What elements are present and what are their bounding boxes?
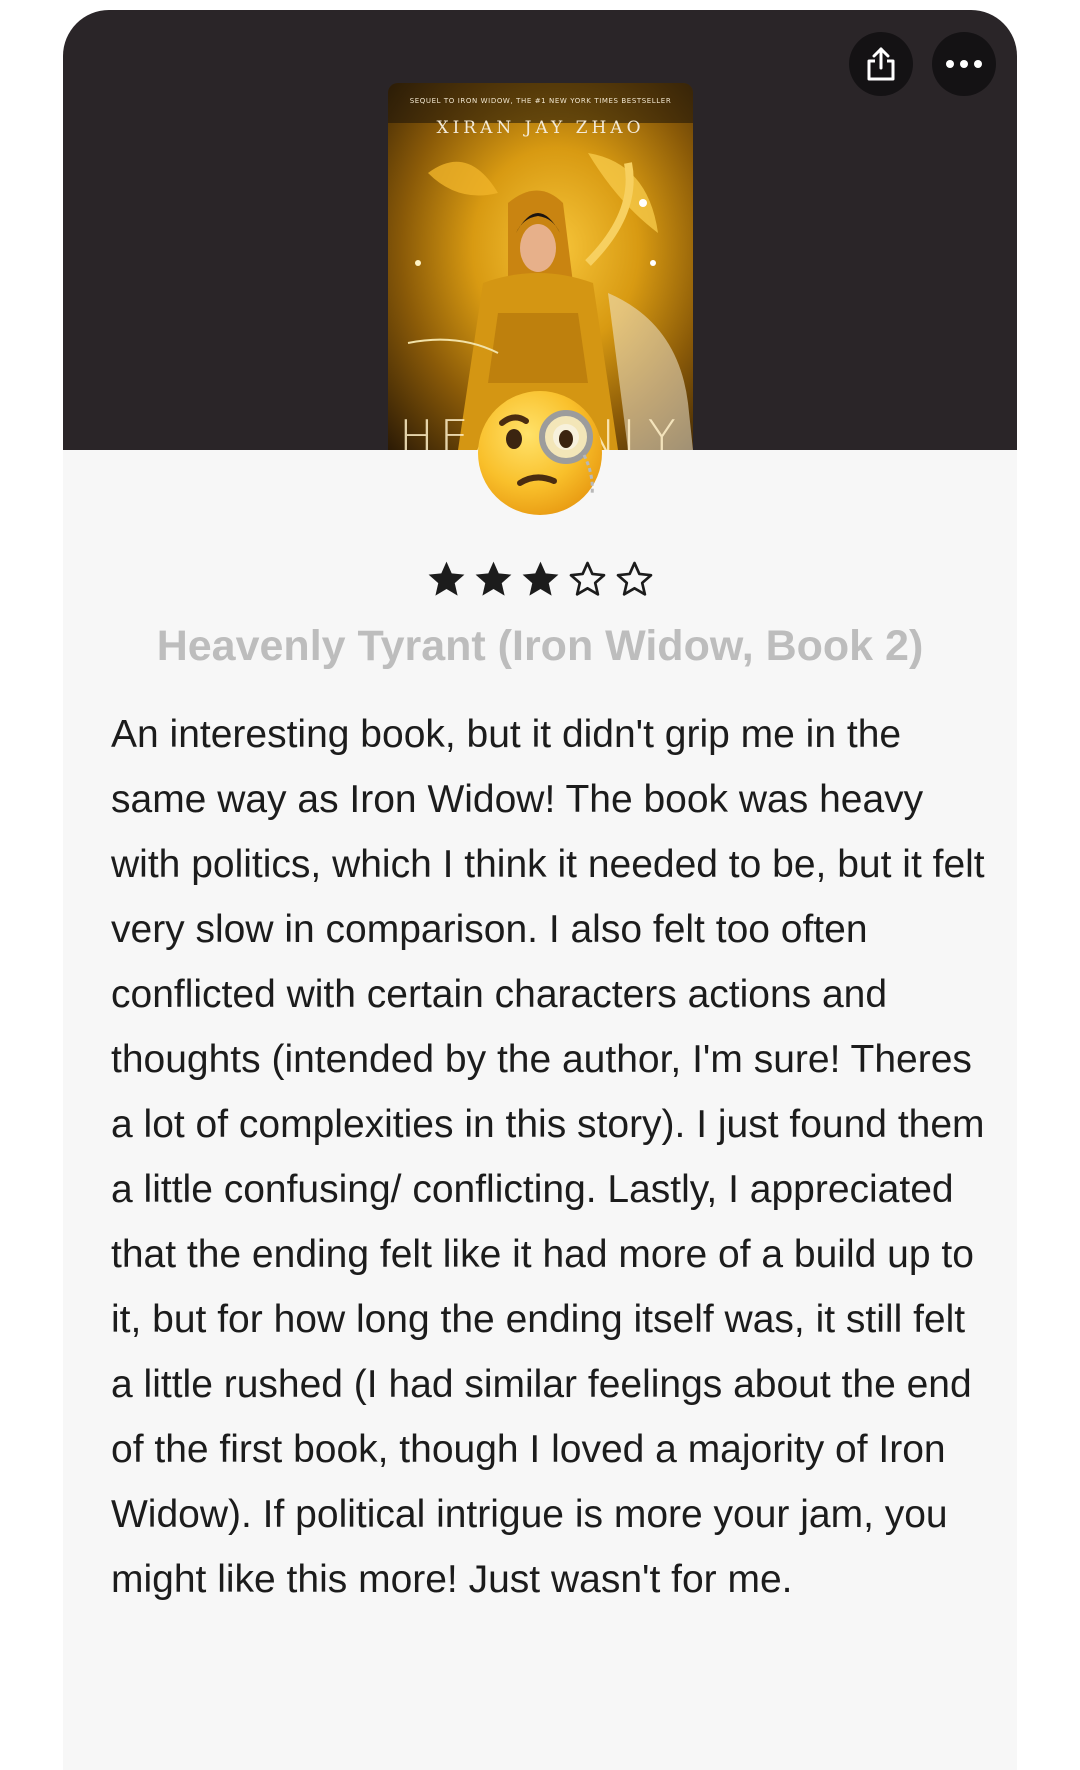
star-empty-icon[interactable] (613, 558, 656, 601)
more-icon (946, 60, 982, 68)
book-title[interactable]: Heavenly Tyrant (Iron Widow, Book 2) (63, 622, 1017, 671)
cover-author: XIRAN JAY ZHAO (436, 118, 645, 138)
cover-header: SEQUEL TO IRON WIDOW, THE #1 NEW YORK TI… (63, 10, 1017, 450)
star-filled-icon[interactable] (425, 558, 468, 601)
review-card: SEQUEL TO IRON WIDOW, THE #1 NEW YORK TI… (63, 10, 1017, 1770)
star-empty-icon[interactable] (566, 558, 609, 601)
share-button[interactable] (849, 32, 913, 96)
review-text: An interesting book, but it didn't grip … (111, 713, 985, 1601)
cover-tagline: SEQUEL TO IRON WIDOW, THE #1 NEW YORK TI… (409, 97, 672, 105)
star-rating (63, 558, 1017, 601)
more-options-button[interactable] (932, 32, 996, 96)
share-icon (867, 47, 895, 81)
star-filled-icon[interactable] (519, 558, 562, 601)
star-filled-icon[interactable] (472, 558, 515, 601)
face-with-monocle-icon (478, 391, 602, 515)
